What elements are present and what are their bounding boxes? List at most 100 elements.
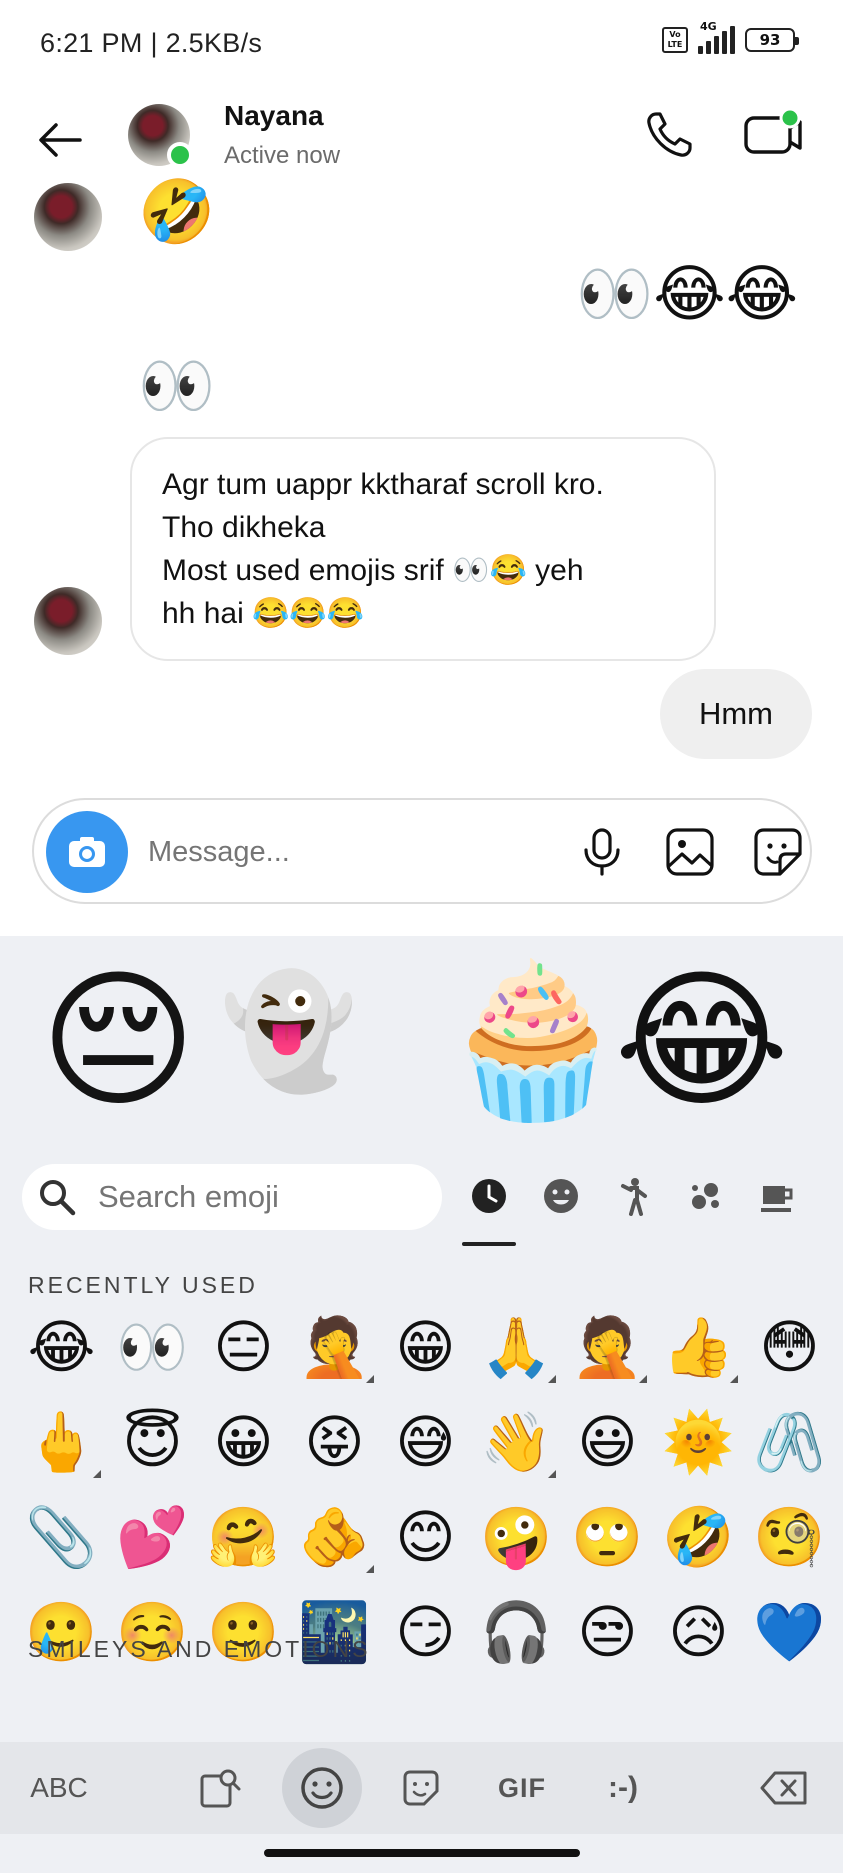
microphone-icon[interactable] — [574, 824, 630, 880]
emoji-key[interactable]: 😇 — [107, 1395, 198, 1490]
person-icon[interactable] — [605, 1168, 661, 1224]
emoji-key[interactable]: ☺️ — [107, 1585, 198, 1680]
sticker-suggestion[interactable]: 👻 — [220, 976, 357, 1086]
emoji-key[interactable]: 💙 — [744, 1585, 835, 1680]
emoji-kitchen-icon[interactable] — [192, 1756, 248, 1820]
emoji-search-box[interactable] — [22, 1164, 442, 1230]
network-type: 4G — [700, 20, 717, 33]
emoji-key[interactable]: 😑 — [198, 1300, 289, 1395]
emoji-tab-key[interactable] — [282, 1748, 362, 1828]
tab-indicator — [462, 1242, 516, 1246]
emoji-keyboard: 😔 👻 🧁 😂 RECENTLY USED 😂👀😑🤦😁🙏🤦👍😳🖕😇😀😝😅👋😃🌞🖇… — [0, 936, 843, 1873]
sticker-suggestion[interactable]: 😂 — [614, 966, 789, 1116]
emoji-key[interactable]: 😂 — [16, 1300, 107, 1395]
emoji-key[interactable]: 🥲 — [16, 1585, 107, 1680]
phone-call-icon[interactable] — [642, 106, 698, 162]
sticker-suggestion[interactable]: 🧁 — [440, 966, 627, 1116]
message-line: Tho dikheka — [162, 511, 326, 544]
backspace-icon[interactable] — [756, 1756, 812, 1820]
avatar[interactable] — [34, 183, 102, 251]
recent-icon[interactable] — [461, 1168, 517, 1224]
emoji-key[interactable]: 📎 — [16, 1490, 107, 1585]
status-indicators: Vo LTE 4G 93 — [662, 20, 799, 54]
food-icon[interactable] — [749, 1168, 805, 1224]
message-thread[interactable]: 🤣 👀😂😂 👀 Agr tum uappr kktharaf scroll kr… — [0, 181, 843, 905]
message-text: yeh — [526, 554, 584, 587]
emoji-key[interactable]: 😏 — [380, 1585, 471, 1680]
emoji-key[interactable]: 🤣 — [653, 1490, 744, 1585]
signal-icon: 4G — [698, 20, 735, 54]
emoji-key[interactable]: 🤪 — [471, 1490, 562, 1585]
message-bubble-outgoing[interactable]: Hmm — [660, 669, 812, 759]
online-indicator — [167, 142, 193, 168]
emoji-key[interactable]: 🌞 — [653, 1395, 744, 1490]
gallery-icon[interactable] — [662, 824, 718, 880]
message-line: Most used emojis srif 👀😂 yeh — [162, 549, 684, 592]
message-input[interactable] — [148, 830, 448, 874]
emoji-key[interactable]: 🎧 — [471, 1585, 562, 1680]
emoji-key[interactable]: 🫵 — [289, 1490, 380, 1585]
emoji-key[interactable]: 🙂 — [198, 1585, 289, 1680]
camera-icon — [69, 837, 105, 867]
emoji-key[interactable]: 😊 — [380, 1490, 471, 1585]
message-emoji[interactable]: 👀😂😂 — [576, 263, 798, 325]
message-bubble-incoming[interactable]: Agr tum uappr kktharaf scroll kro. Tho d… — [130, 437, 716, 661]
message-line: hh hai 😂😂😂 — [162, 592, 684, 635]
emoji-key[interactable]: 😃 — [562, 1395, 653, 1490]
emoji-key[interactable]: 👀 — [107, 1300, 198, 1395]
emoji-key[interactable]: 🧐 — [744, 1490, 835, 1585]
emoji-key[interactable]: 🤦 — [562, 1300, 653, 1395]
emoji-key[interactable]: 😅 — [380, 1395, 471, 1490]
emoji-key[interactable]: 😁 — [380, 1300, 471, 1395]
emoji-key[interactable]: 💕 — [107, 1490, 198, 1585]
nature-icon[interactable] — [677, 1168, 733, 1224]
battery-level: 93 — [759, 31, 781, 49]
sticker-suggestion[interactable]: 😔 — [40, 966, 196, 1116]
message-composer — [32, 798, 812, 904]
search-icon — [40, 1180, 76, 1216]
emoji-key[interactable]: 🙏 — [471, 1300, 562, 1395]
contact-name[interactable]: Nayana — [224, 100, 324, 132]
emoji-search-input[interactable] — [98, 1176, 428, 1218]
chat-header: Nayana Active now — [0, 92, 843, 192]
status-bar: 6:21 PM | 2.5KB/s Vo LTE 4G 93 — [0, 0, 843, 92]
smiley-icon[interactable] — [533, 1168, 589, 1224]
emoji-key[interactable]: 😀 — [198, 1395, 289, 1490]
sticker-suggestions: 😔 👻 🧁 😂 — [0, 936, 843, 1156]
home-indicator[interactable] — [264, 1849, 580, 1857]
emoji-key[interactable]: 🖕 — [16, 1395, 107, 1490]
smileys-section-label: SMILEYS AND EMOTIONS — [28, 1636, 371, 1662]
battery-icon: 93 — [745, 28, 799, 52]
status-time: 6:21 PM | 2.5KB/s — [40, 28, 263, 58]
emoji-key[interactable]: 😥 — [653, 1585, 744, 1680]
emoji-key[interactable]: 😒 — [562, 1585, 653, 1680]
message-line: Agr tum uappr kktharaf scroll kro. — [162, 468, 604, 501]
sticker-icon[interactable] — [750, 824, 806, 880]
volte-icon: Vo LTE — [662, 27, 688, 53]
camera-button[interactable] — [46, 811, 128, 893]
message-text: hh hai — [162, 597, 253, 630]
emoji-key[interactable]: 🤗 — [198, 1490, 289, 1585]
emoticon-key[interactable]: :-) — [598, 1756, 648, 1820]
emoji-key[interactable]: 😳 — [744, 1300, 835, 1395]
message-emojis: 👀😂 — [452, 554, 527, 587]
message-emoji[interactable]: 🤣 — [138, 181, 215, 243]
emoji-key[interactable]: 🖇️ — [744, 1395, 835, 1490]
avatar[interactable] — [34, 587, 102, 655]
emoji-key[interactable]: 👋 — [471, 1395, 562, 1490]
sticker-key-icon[interactable] — [396, 1756, 446, 1820]
abc-key[interactable]: ABC — [22, 1756, 96, 1820]
message-emoji[interactable]: 👀 — [138, 355, 215, 417]
contact-status: Active now — [224, 142, 341, 169]
recently-used-label: RECENTLY USED — [28, 1272, 258, 1298]
emoji-key[interactable]: 🙄 — [562, 1490, 653, 1585]
gif-key[interactable]: GIF — [492, 1756, 552, 1820]
emoji-key[interactable]: 😝 — [289, 1395, 380, 1490]
emoji-key[interactable]: 🤦 — [289, 1300, 380, 1395]
emoji-key[interactable]: 👍 — [653, 1300, 744, 1395]
keyboard-bottom-bar: ABC GIF :-) — [0, 1742, 843, 1834]
emoji-key[interactable]: 🌃 — [289, 1585, 380, 1680]
back-arrow-icon[interactable] — [34, 114, 86, 166]
video-call-icon[interactable] — [742, 106, 804, 162]
recent-emoji-grid: 😂 👀 😑 🤦 😁 🙏 🤦 👍 😳 🖕 😇 😀 😝 😅 👋 😃 🌞 🖇️ 📎 💕 🤗 🫵 😊 🤪 🙄 🤣 🧐 🥲 ☺️ 🙂 🌃 😏 🎧 😒 😥 💙 — [16, 1300, 836, 1680]
